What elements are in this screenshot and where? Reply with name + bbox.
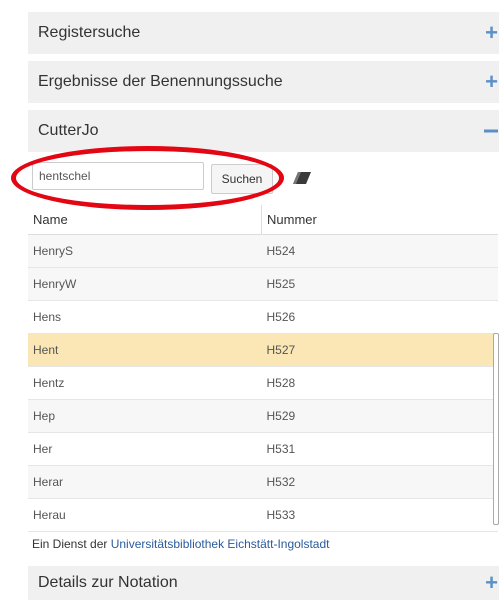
results-table: Name Nummer HenryS H524 HenryW H525 Hens… — [28, 205, 498, 532]
search-button[interactable]: Suchen — [211, 164, 273, 194]
cell-nummer: H528 — [261, 366, 498, 400]
cell-name: Herar — [28, 465, 262, 499]
cell-name: HenryS — [28, 234, 262, 268]
cell-name: HenryW — [28, 267, 262, 301]
table-row[interactable]: Her H531 — [28, 432, 498, 466]
plus-icon[interactable]: + — [485, 71, 498, 93]
service-footer: Ein Dienst der Universitätsbibliothek Ei… — [32, 537, 329, 551]
eraser-icon[interactable] — [292, 170, 312, 186]
panel-cutterjo[interactable]: CutterJo — [28, 110, 499, 152]
cell-name: Hentz — [28, 366, 262, 400]
table-row-selected[interactable]: Hent H527 — [28, 333, 498, 367]
cell-nummer: H531 — [261, 432, 498, 466]
table-row[interactable]: Herar H532 — [28, 465, 498, 499]
table-scrollbar[interactable] — [493, 333, 499, 525]
cell-nummer: H527 — [261, 333, 498, 367]
column-header-name[interactable]: Name — [28, 205, 262, 235]
cell-name: Hep — [28, 399, 262, 433]
cell-nummer: H532 — [261, 465, 498, 499]
footer-prefix: Ein Dienst der — [32, 537, 111, 551]
cell-nummer: H529 — [261, 399, 498, 433]
panel-title: CutterJo — [38, 122, 99, 139]
cell-nummer: H525 — [261, 267, 498, 301]
plus-icon[interactable]: + — [485, 572, 498, 594]
cell-name: Hens — [28, 300, 262, 334]
cell-name: Herau — [28, 498, 262, 532]
table-row[interactable]: HenryS H524 — [28, 234, 498, 268]
table-row[interactable]: Herau H533 — [28, 498, 498, 532]
cell-nummer: H526 — [261, 300, 498, 334]
table-row[interactable]: HenryW H525 — [28, 267, 498, 301]
cell-name: Hent — [28, 333, 262, 367]
search-input[interactable] — [32, 162, 204, 190]
panel-benennungssuche[interactable]: Ergebnisse der Benennungssuche + — [28, 61, 499, 103]
column-header-nummer[interactable]: Nummer — [261, 205, 498, 235]
library-link[interactable]: Universitätsbibliothek Eichstätt-Ingolst… — [111, 537, 330, 551]
cell-name: Her — [28, 432, 262, 466]
table-row[interactable]: Hentz H528 — [28, 366, 498, 400]
cell-nummer: H524 — [261, 234, 498, 268]
table-row[interactable]: Hens H526 — [28, 300, 498, 334]
table-row[interactable]: Hep H529 — [28, 399, 498, 433]
panel-title: Ergebnisse der Benennungssuche — [38, 73, 283, 90]
cell-nummer: H533 — [261, 498, 498, 532]
panel-title: Registersuche — [38, 24, 141, 41]
table-header-row: Name Nummer — [28, 205, 498, 235]
plus-icon[interactable]: + — [485, 22, 498, 44]
panel-title: Details zur Notation — [38, 574, 178, 591]
panel-registersuche[interactable]: Registersuche + — [28, 12, 499, 54]
minus-icon[interactable] — [484, 129, 498, 133]
